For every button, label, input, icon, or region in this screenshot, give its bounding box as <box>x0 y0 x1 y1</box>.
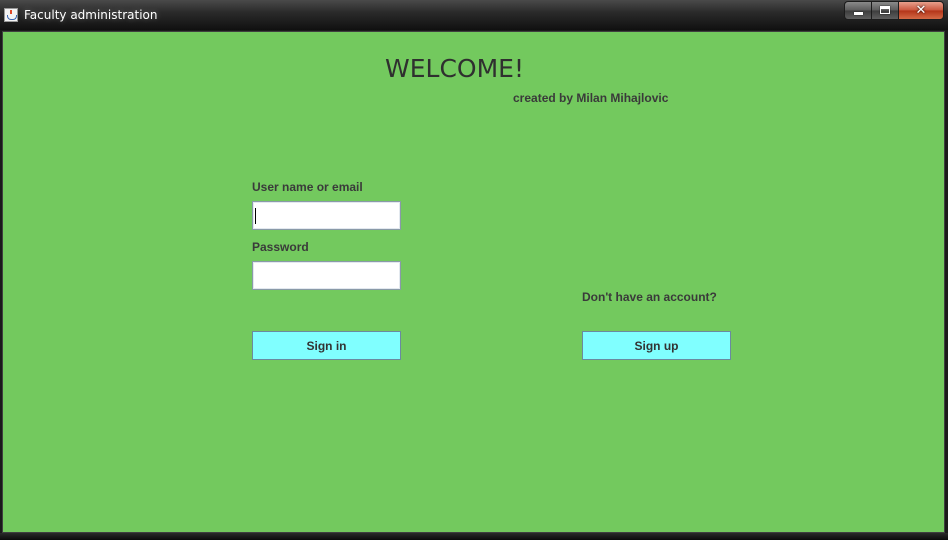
password-input[interactable] <box>252 261 401 290</box>
close-button[interactable]: ✕ <box>898 1 944 20</box>
username-label: User name or email <box>252 180 363 194</box>
window-title: Faculty administration <box>24 8 158 22</box>
no-account-prompt: Don't have an account? <box>582 290 717 304</box>
welcome-heading: WELCOME! <box>385 54 524 83</box>
author-credit: created by Milan Mihajlovic <box>513 91 669 105</box>
window-controls: ✕ <box>844 1 944 20</box>
minimize-icon <box>854 12 863 15</box>
username-input[interactable] <box>252 201 401 230</box>
content-panel: WELCOME! created by Milan Mihajlovic Use… <box>2 31 945 533</box>
window-bottom-border <box>0 533 948 540</box>
close-icon: ✕ <box>915 3 927 18</box>
sign-up-button[interactable]: Sign up <box>582 331 731 360</box>
sign-in-button[interactable]: Sign in <box>252 331 401 360</box>
java-cup-icon[interactable] <box>4 8 18 22</box>
minimize-button[interactable] <box>844 1 871 20</box>
text-caret <box>255 208 256 224</box>
maximize-icon <box>880 6 890 14</box>
password-label: Password <box>252 240 309 254</box>
application-window: Faculty administration ✕ WELCOME! create… <box>0 0 948 540</box>
maximize-button[interactable] <box>871 1 898 20</box>
title-bar[interactable]: Faculty administration ✕ <box>0 0 948 30</box>
